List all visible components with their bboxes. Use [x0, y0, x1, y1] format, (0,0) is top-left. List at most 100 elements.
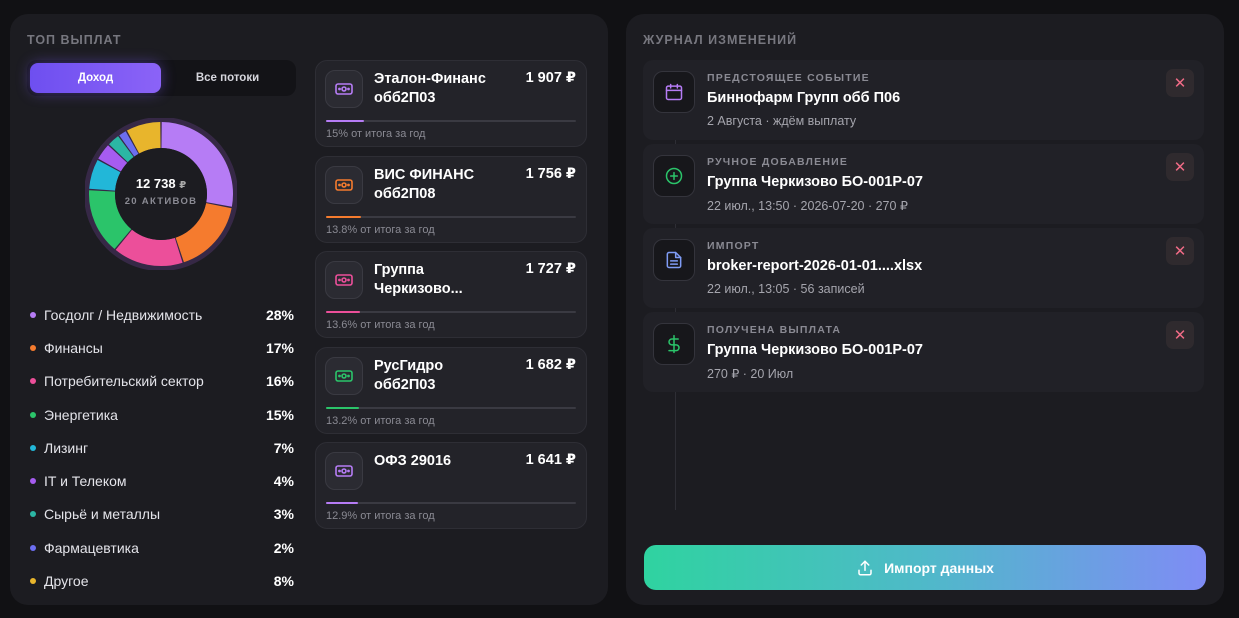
- legend-item: Лизинг 7%: [30, 431, 294, 464]
- payout-card[interactable]: РусГидро обб2П03 1 682 ₽ 13.2% от итога …: [315, 346, 587, 434]
- legend-item: Финансы 17%: [30, 331, 294, 364]
- calendar-icon: [653, 71, 695, 113]
- legend-item: Госдолг / Недвижимость 28%: [30, 298, 294, 331]
- legend-label: IT и Телеком: [44, 473, 127, 490]
- panel-title: ТОП ВЫПЛАТ: [27, 33, 122, 47]
- event-title: Биннофарм Групп обб П06: [707, 90, 901, 106]
- import-data-label: Импорт данных: [884, 559, 994, 576]
- event-item: ИМПОРТ broker-report-2026-01-01....xlsx …: [643, 228, 1204, 308]
- legend-percent: 4%: [273, 473, 294, 490]
- donut-center: 12 738 ₽ 20 АКТИВОВ: [85, 176, 237, 207]
- plus-circle-icon: [653, 155, 695, 197]
- event-type: ИМПОРТ: [707, 240, 760, 252]
- payout-name: Эталон-Финанс обб2П03: [374, 71, 486, 106]
- banknote-icon: [325, 452, 363, 490]
- payout-amount: 1 756 ₽: [525, 165, 576, 182]
- delete-event-button[interactable]: ✕: [1166, 69, 1194, 97]
- event-type: ПРЕДСТОЯЩЕЕ СОБЫТИЕ: [707, 72, 870, 84]
- legend-dot: [30, 544, 36, 551]
- payout-name: РусГидро обб2П03: [374, 357, 444, 393]
- dollar-icon: [653, 323, 695, 365]
- legend-label: Лизинг: [44, 439, 89, 456]
- top-payouts-panel: ТОП ВЫПЛАТ Доход Все потоки 12 738 ₽ 20 …: [10, 14, 608, 605]
- legend-percent: 3%: [273, 506, 294, 523]
- payout-amount: 1 727 ₽: [525, 261, 576, 277]
- payout-card[interactable]: Группа Черкизово... 1 727 ₽ 13.6% от ито…: [315, 251, 587, 338]
- event-item: РУЧНОЕ ДОБАВЛЕНИЕ Группа Черкизово БО-00…: [643, 144, 1204, 224]
- payout-share: 15% от итога за год: [326, 128, 426, 140]
- legend-percent: 2%: [273, 539, 294, 556]
- payout-card[interactable]: Эталон-Финанс обб2П03 1 907 ₽ 15% от ито…: [315, 60, 587, 147]
- legend-percent: 28%: [265, 306, 294, 323]
- delete-event-button[interactable]: ✕: [1166, 321, 1194, 349]
- payout-share: 13.8% от итога за год: [326, 223, 435, 236]
- event-item: ПРЕДСТОЯЩЕЕ СОБЫТИЕ Биннофарм Групп обб …: [643, 60, 1204, 140]
- share-bar: [326, 120, 576, 122]
- payout-card[interactable]: ОФЗ 29016 1 641 ₽ 12.9% от итога за год: [315, 442, 587, 529]
- payout-share: 13.6% от итога за год: [326, 319, 435, 331]
- share-bar-fill: [326, 215, 361, 218]
- share-bar-fill: [326, 120, 364, 122]
- event-meta: 22 июл., 13:50 · 2026-07-20 · 270 ₽: [707, 199, 908, 213]
- event-type: РУЧНОЕ ДОБАВЛЕНИЕ: [707, 156, 849, 168]
- legend-label: Фармацевтика: [44, 539, 139, 556]
- payout-name: ОФЗ 29016: [374, 453, 452, 469]
- share-bar-fill: [326, 311, 360, 313]
- donut-total: 12 738 ₽: [135, 176, 187, 191]
- legend-percent: 17%: [265, 339, 294, 356]
- legend-item: Потребительский сектор 16%: [30, 365, 294, 398]
- import-data-button[interactable]: Импорт данных: [644, 545, 1206, 590]
- donut-slice: [126, 122, 162, 154]
- upload-icon: [858, 560, 872, 575]
- share-bar: [326, 502, 576, 504]
- toggle-income-button[interactable]: Доход: [30, 63, 161, 93]
- legend-dot: [30, 344, 36, 351]
- delete-event-button[interactable]: ✕: [1166, 237, 1194, 265]
- legend-dot: [30, 511, 36, 518]
- donut-slice: [115, 229, 183, 266]
- payout-amount: 1 641 ₽: [525, 452, 576, 468]
- legend-percent: 8%: [273, 573, 294, 590]
- panel-title: ЖУРНАЛ ИЗМЕНЕНИЙ: [643, 33, 798, 47]
- share-bar-fill: [326, 502, 359, 504]
- legend-percent: 7%: [273, 439, 294, 456]
- legend-label: Госдолг / Недвижимость: [44, 306, 203, 323]
- legend-dot: [30, 444, 36, 451]
- legend-dot: [30, 411, 36, 418]
- banknote-icon: [325, 261, 363, 299]
- payout-share: 12.9% от итога за год: [326, 510, 435, 522]
- document-icon: [653, 239, 695, 281]
- payout-amount: 1 682 ₽: [525, 356, 576, 373]
- legend-label: Энергетика: [44, 406, 118, 423]
- legend-item: Фармацевтика 2%: [30, 531, 294, 564]
- income-toggle: Доход Все потоки: [27, 60, 296, 96]
- legend-item: IT и Телеком 4%: [30, 464, 294, 497]
- event-meta: 2 Августа · ждём выплату: [707, 114, 857, 128]
- event-title: Группа Черкизово БО-001Р-07: [707, 342, 923, 358]
- donut-slice: [109, 136, 134, 163]
- banknote-icon: [325, 356, 363, 395]
- legend-dot: [30, 478, 36, 485]
- donut-slice: [119, 131, 139, 157]
- legend-label: Сырьё и металлы: [44, 506, 161, 523]
- payout-cards: Эталон-Финанс обб2П03 1 907 ₽ 15% от ито…: [315, 60, 587, 538]
- legend-item: Другое 8%: [30, 564, 294, 597]
- payout-card[interactable]: ВИС ФИНАНС обб2П08 1 756 ₽ 13.8% от итог…: [315, 155, 587, 243]
- toggle-all-flows-button[interactable]: Все потоки: [162, 63, 293, 93]
- legend-dot: [30, 578, 36, 585]
- legend-dot: [30, 378, 36, 385]
- payout-amount: 1 907 ₽: [525, 70, 576, 86]
- legend-item: Энергетика 15%: [30, 398, 294, 431]
- event-title: broker-report-2026-01-01....xlsx: [707, 258, 923, 274]
- legend-item: Сырьё и металлы 3%: [30, 498, 294, 531]
- share-bar: [326, 311, 576, 313]
- event-meta: 270 ₽ · 20 Июл: [707, 367, 794, 381]
- legend-label: Другое: [44, 573, 89, 590]
- event-title: Группа Черкизово БО-001Р-07: [707, 174, 923, 190]
- event-item: ПОЛУЧЕНА ВЫПЛАТА Группа Черкизово БО-001…: [643, 312, 1204, 392]
- donut-assets-count: 20 АКТИВОВ: [124, 196, 198, 207]
- delete-event-button[interactable]: ✕: [1166, 153, 1194, 181]
- sector-donut-chart: 12 738 ₽ 20 АКТИВОВ: [85, 118, 237, 270]
- legend-percent: 16%: [265, 373, 294, 390]
- banknote-icon: [325, 165, 363, 204]
